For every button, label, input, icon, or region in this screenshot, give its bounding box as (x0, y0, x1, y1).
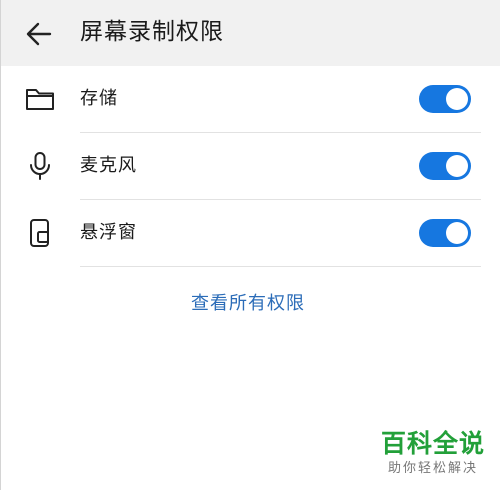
title-bar: 屏幕录制权限 (1, 0, 500, 66)
toggle-knob (446, 88, 468, 110)
permission-screen: 屏幕录制权限 存储 麦克风 悬浮窗 查看所有权限 百科全说 助你轻松解决 (0, 0, 500, 490)
permission-row-floating-window: 悬浮窗 (1, 200, 500, 266)
microphone-icon (23, 149, 57, 183)
toggle-knob (446, 222, 468, 244)
watermark-logo: 百科全说 助你轻松解决 (375, 428, 491, 478)
watermark-subtitle: 助你轻松解决 (387, 461, 478, 476)
folder-icon (23, 82, 57, 116)
page-title: 屏幕录制权限 (80, 19, 224, 45)
permission-label-floating-window: 悬浮窗 (80, 222, 137, 243)
permission-label-storage: 存储 (80, 88, 118, 109)
toggle-knob (446, 155, 468, 177)
permission-label-microphone: 麦克风 (80, 155, 137, 176)
microphone-toggle[interactable] (419, 152, 471, 180)
arrow-left-icon (26, 22, 52, 46)
floating-window-icon (23, 216, 57, 250)
divider (80, 266, 481, 267)
back-button[interactable] (19, 14, 59, 54)
floating-window-toggle[interactable] (419, 219, 471, 247)
permission-row-storage: 存储 (1, 66, 500, 132)
watermark-title: 百科全说 (380, 429, 485, 458)
storage-toggle[interactable] (419, 85, 471, 113)
view-all-permissions-link[interactable]: 查看所有权限 (191, 290, 305, 318)
permission-row-microphone: 麦克风 (1, 133, 500, 199)
